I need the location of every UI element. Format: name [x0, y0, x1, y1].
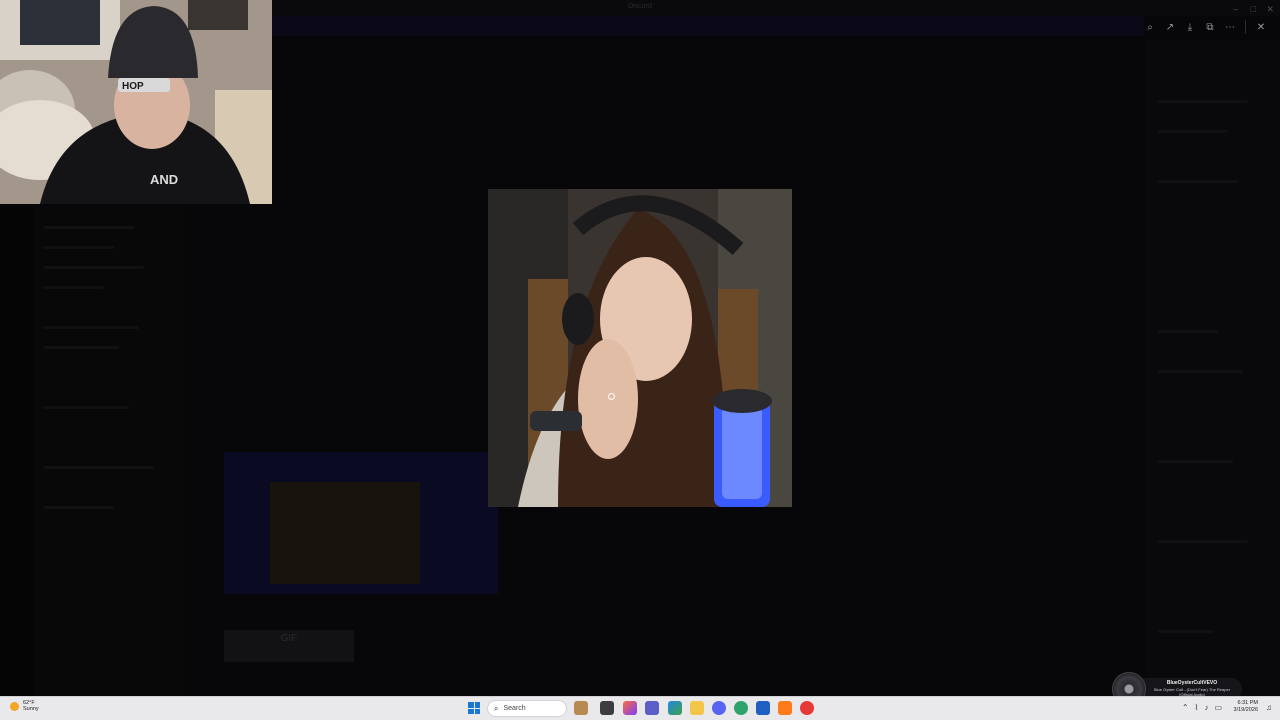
background-banner: [272, 16, 1144, 36]
share-icon[interactable]: ↗: [1161, 18, 1179, 36]
zoom-icon[interactable]: ⌕: [1141, 18, 1159, 36]
window-close-icon[interactable]: ✕: [1266, 4, 1274, 15]
member-list: [1146, 40, 1280, 696]
viewed-image[interactable]: [488, 189, 792, 507]
file-explorer-icon[interactable]: [690, 701, 704, 715]
clock-date: 3/19/2026: [1233, 707, 1258, 713]
webcam-feed: HOP AND: [0, 0, 272, 204]
now-playing-artist: BlueOysterCultVEVO: [1166, 680, 1218, 686]
webcam-overlay: HOP AND: [0, 0, 272, 204]
search-placeholder: Search: [503, 705, 526, 712]
server-list: [0, 206, 34, 696]
app-icon[interactable]: [778, 701, 792, 715]
search-icon: ⌕: [494, 703, 499, 713]
mouse-cursor: [608, 393, 615, 400]
notification-icon[interactable]: ♫: [1266, 703, 1272, 712]
download-icon[interactable]: ⤓: [1181, 18, 1199, 36]
channel-list: [34, 206, 184, 696]
shirt-text: AND: [150, 172, 178, 187]
clock-time: 6:31 PM: [1237, 700, 1258, 706]
system-tray: ⌃ ⌇ ♪ ▭: [1182, 703, 1222, 712]
open-external-icon[interactable]: ⧉: [1201, 18, 1219, 36]
discord-icon[interactable]: [712, 701, 726, 715]
system-clock[interactable]: 6:31 PM 3/19/2026: [1234, 700, 1258, 714]
widgets-icon[interactable]: [574, 701, 588, 715]
chevron-up-icon[interactable]: ⌃: [1182, 703, 1189, 712]
message-attachment: GIF: [224, 630, 354, 662]
weather-widget[interactable]: 62°F Sunny: [10, 700, 39, 712]
more-icon[interactable]: ⋯: [1221, 18, 1239, 36]
obs-icon[interactable]: [800, 701, 814, 715]
copilot-icon[interactable]: [623, 701, 637, 715]
task-view-icon[interactable]: [600, 701, 614, 715]
viewer-toolbar: ⌕ ↗ ⤓ ⧉ ⋯ ✕: [1141, 18, 1270, 36]
weather-condition: Sunny: [23, 706, 39, 712]
store-icon[interactable]: [756, 701, 770, 715]
taskbar: 62°F Sunny ⌕ Search ⌃ ⌇ ♪ ▭ 6:31 PM 3/19…: [0, 696, 1280, 720]
chrome-icon[interactable]: [734, 701, 748, 715]
close-icon[interactable]: ✕: [1252, 18, 1270, 36]
attachment-label: GIF: [280, 633, 298, 644]
sun-icon: [10, 701, 19, 711]
viewed-photo: [488, 189, 792, 507]
edge-icon[interactable]: [668, 701, 682, 715]
start-button[interactable]: [468, 702, 480, 714]
battery-icon[interactable]: ▭: [1214, 703, 1222, 712]
network-icon[interactable]: ⌇: [1195, 703, 1199, 712]
volume-icon[interactable]: ♪: [1204, 703, 1208, 712]
teams-icon[interactable]: [645, 701, 659, 715]
maximize-icon[interactable]: □: [1251, 4, 1256, 14]
message-embed: [224, 452, 498, 594]
minimize-icon[interactable]: –: [1233, 4, 1238, 14]
hat-text: HOP: [122, 81, 144, 92]
taskbar-search[interactable]: ⌕ Search: [487, 700, 567, 717]
